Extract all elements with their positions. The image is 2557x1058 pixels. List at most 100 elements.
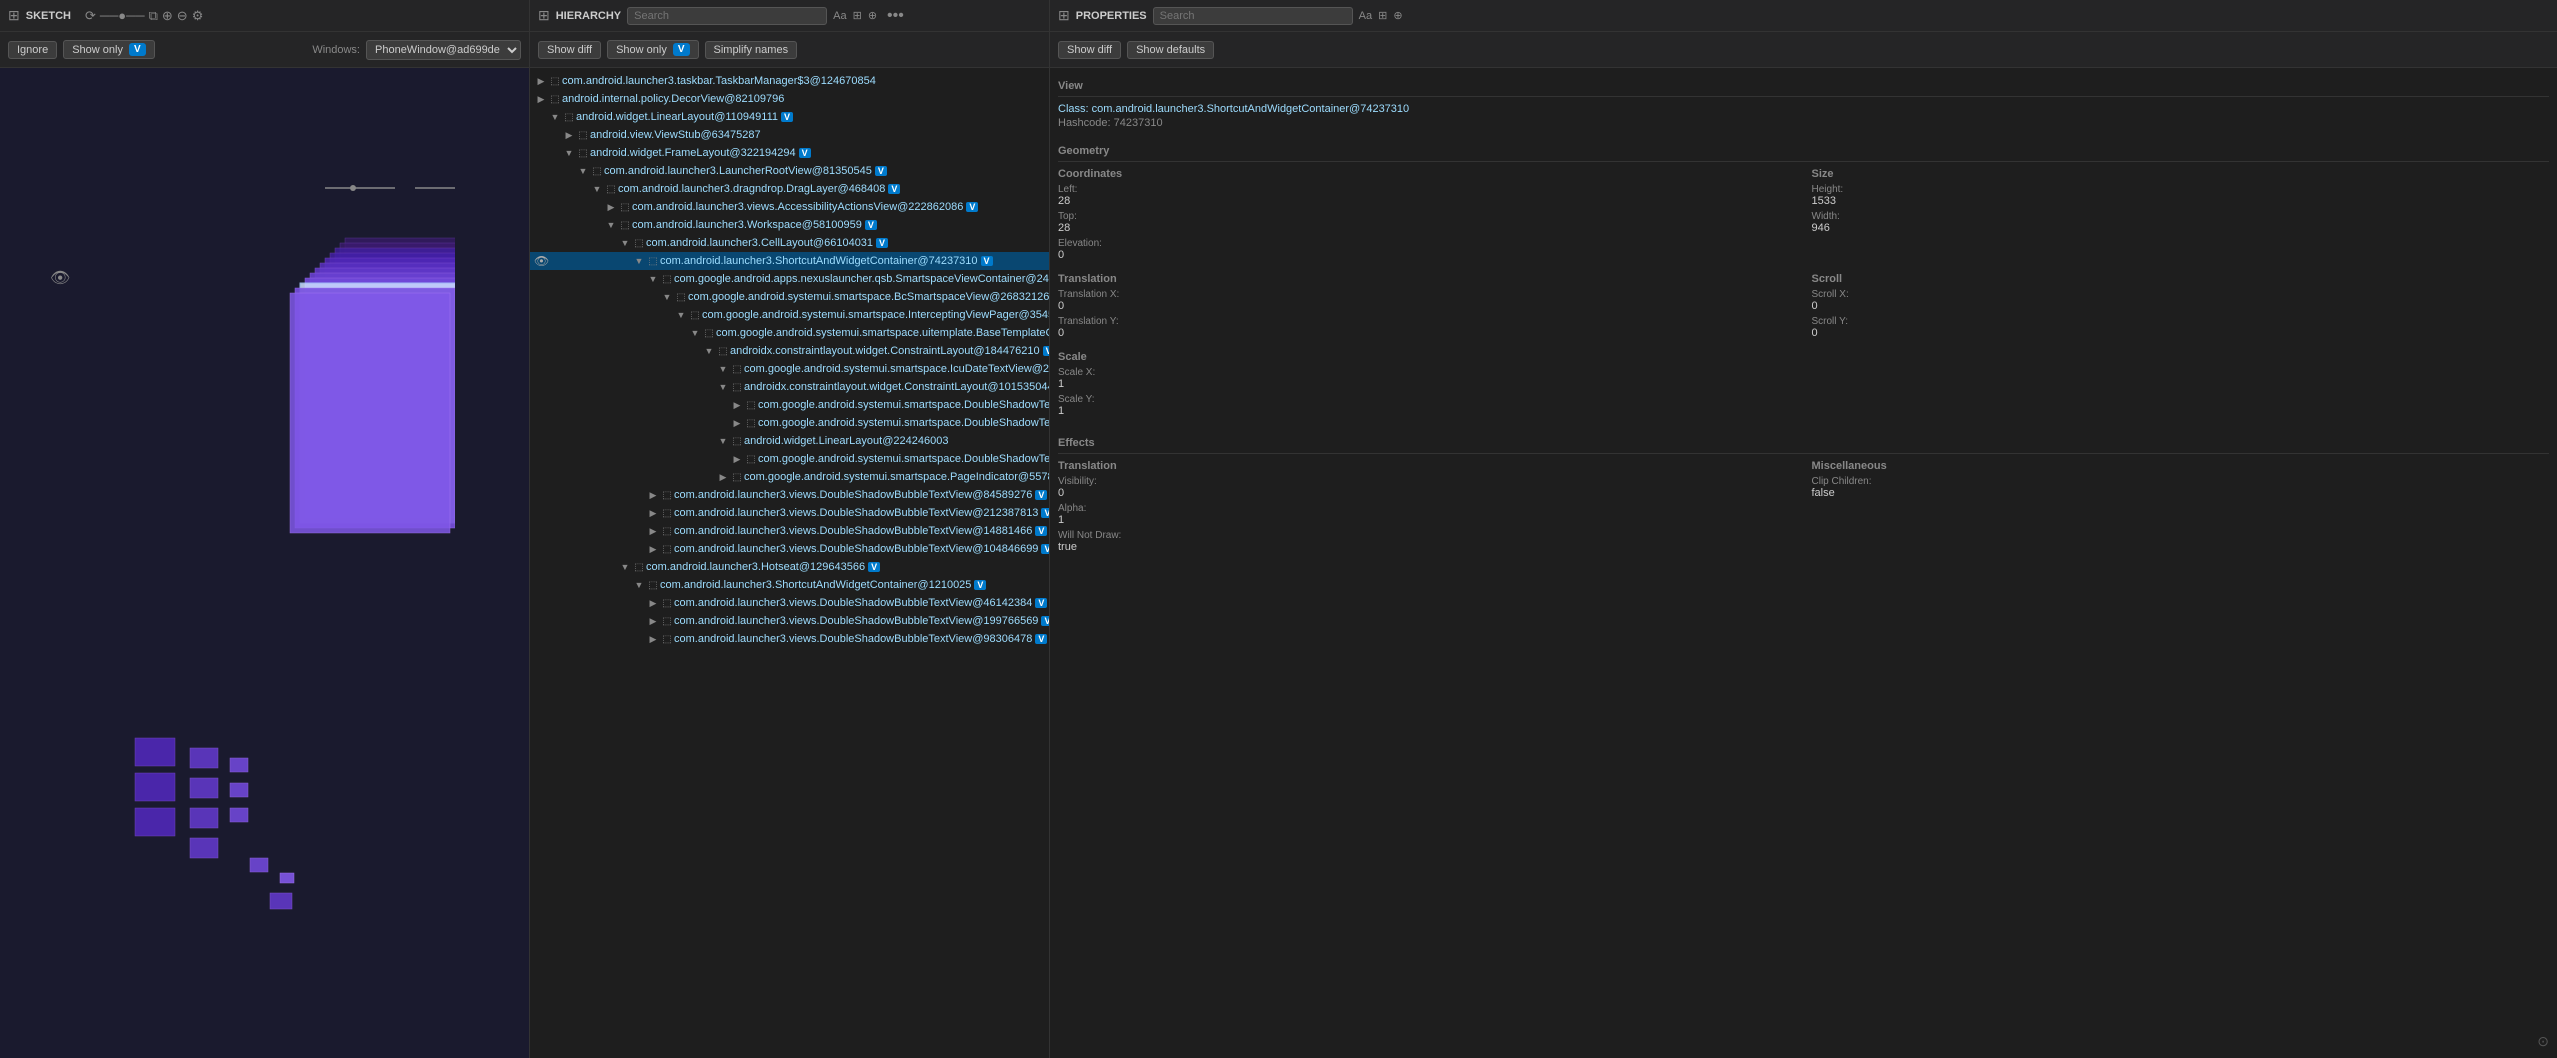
node-label: com.android.launcher3.Workspace@58100959 — [632, 219, 862, 231]
expand-icon[interactable]: ▼ — [716, 434, 730, 448]
expand-icon[interactable]: ▶ — [646, 542, 660, 556]
tree-node[interactable]: ▼⬚android.widget.FrameLayout@322194294V — [530, 144, 1049, 162]
font-size-icon: Aa — [833, 10, 846, 22]
tree-node[interactable]: ▶⬚com.android.launcher3.views.DoubleShad… — [530, 486, 1049, 504]
expand-icon[interactable]: ▶ — [646, 488, 660, 502]
show-only-button[interactable]: Show only V — [607, 40, 698, 59]
width-row: Width: 946 — [1812, 211, 2550, 234]
expand-icon[interactable]: ▶ — [716, 470, 730, 484]
translation-col: Translation Translation X: 0 Translation… — [1058, 273, 1796, 343]
expand-icon[interactable]: ▶ — [730, 398, 744, 412]
expand-icon[interactable]: ▶ — [604, 200, 618, 214]
geometry-section: Geometry Coordinates Left: 28 Top: 28 El… — [1058, 141, 2549, 421]
expand-icon[interactable]: ▶ — [562, 128, 576, 142]
node-type-icon: ⬚ — [730, 362, 744, 376]
tree-node[interactable]: ▶⬚com.android.launcher3.views.Accessibil… — [530, 198, 1049, 216]
expand-icon[interactable]: ▼ — [604, 218, 618, 232]
tree-node[interactable]: ▶⬚com.android.launcher3.views.DoubleShad… — [530, 594, 1049, 612]
node-type-icon: ⬚ — [730, 470, 744, 484]
tree-node[interactable]: ▶⬚com.google.android.systemui.smartspace… — [530, 468, 1049, 486]
tree-node[interactable]: ▼⬚com.google.android.systemui.smartspace… — [530, 324, 1049, 342]
expand-icon[interactable]: ▼ — [590, 182, 604, 196]
expand-icon[interactable]: ▶ — [730, 452, 744, 466]
visibility-badge: V — [888, 184, 900, 194]
visibility-eye-icon[interactable]: 👁 — [50, 268, 70, 288]
show-diff-button[interactable]: Show diff — [1058, 41, 1121, 59]
expand-icon[interactable]: ▶ — [646, 506, 660, 520]
tree-node[interactable]: ▼⬚com.android.launcher3.dragndrop.DragLa… — [530, 180, 1049, 198]
expand-icon[interactable]: ▼ — [674, 308, 688, 322]
alpha-row: Alpha: 1 — [1058, 503, 1796, 526]
expand-icon[interactable]: ▼ — [618, 236, 632, 250]
tree-node[interactable]: ▶⬚com.google.android.systemui.smartspace… — [530, 450, 1049, 468]
tree-node[interactable]: ▶⬚com.android.launcher3.views.DoubleShad… — [530, 540, 1049, 558]
tree-node[interactable]: ▼⬚android.widget.LinearLayout@224246003 — [530, 432, 1049, 450]
tree-node[interactable]: ▼⬚com.google.android.systemui.smartspace… — [530, 288, 1049, 306]
node-label: com.android.launcher3.CellLayout@6610403… — [646, 237, 873, 249]
tree-node[interactable]: ▶⬚android.internal.policy.DecorView@8210… — [530, 90, 1049, 108]
tree-node[interactable]: ▶⬚com.android.launcher3.views.DoubleShad… — [530, 504, 1049, 522]
properties-search-input[interactable] — [1153, 7, 1353, 25]
tree-node[interactable]: ▼⬚android.widget.LinearLayout@110949111V — [530, 108, 1049, 126]
tree-node[interactable]: ▼⬚com.android.launcher3.LauncherRootView… — [530, 162, 1049, 180]
tree-node[interactable]: ▶⬚com.android.launcher3.views.DoubleShad… — [530, 612, 1049, 630]
ignore-button[interactable]: Ignore — [8, 41, 57, 59]
node-label: com.google.android.systemui.smartspace.D… — [758, 417, 1049, 429]
node-type-icon: ⬚ — [674, 290, 688, 304]
expand-icon[interactable]: ▼ — [562, 146, 576, 160]
tree-node[interactable]: ▼⬚com.android.launcher3.CellLayout@66104… — [530, 234, 1049, 252]
expand-icon[interactable]: ▼ — [716, 362, 730, 376]
tree-node[interactable]: ▶⬚com.android.launcher3.views.DoubleShad… — [530, 630, 1049, 648]
zoom-out-icon[interactable]: ⊖ — [177, 8, 188, 24]
tree-node[interactable]: ▼⬚com.google.android.systemui.smartspace… — [530, 360, 1049, 378]
tree-node[interactable]: ▼⬚com.google.android.apps.nexuslauncher.… — [530, 270, 1049, 288]
expand-icon[interactable]: ▼ — [688, 326, 702, 340]
expand-icon[interactable]: ▼ — [576, 164, 590, 178]
node-label: com.google.android.systemui.smartspace.D… — [758, 399, 1049, 411]
expand-icon[interactable]: ▼ — [702, 344, 716, 358]
expand-icon[interactable]: ▼ — [646, 272, 660, 286]
visibility-badge: V — [1035, 598, 1047, 608]
expand-icon[interactable]: ▶ — [646, 632, 660, 646]
scale-cols: Scale Scale X: 1 Scale Y: 1 — [1058, 351, 2549, 421]
show-diff-button[interactable]: Show diff — [538, 41, 601, 59]
windows-select[interactable]: PhoneWindow@ad699de — [366, 40, 521, 60]
tree-node[interactable]: ▶⬚com.google.android.systemui.smartspace… — [530, 414, 1049, 432]
expand-icon[interactable]: ▼ — [660, 290, 674, 304]
tree-node[interactable]: ▼⬚androidx.constraintlayout.widget.Const… — [530, 342, 1049, 360]
expand-icon[interactable]: ▼ — [548, 110, 562, 124]
expand-icon[interactable]: ▶ — [730, 416, 744, 430]
tree-node[interactable]: ▶⬚com.android.launcher3.taskbar.TaskbarM… — [530, 72, 1049, 90]
properties-title: PROPERTIES — [1076, 10, 1147, 22]
tree-node[interactable]: 👁▼⬚com.android.launcher3.ShortcutAndWidg… — [530, 252, 1049, 270]
tree-node[interactable]: ▼⬚com.android.launcher3.Hotseat@12964356… — [530, 558, 1049, 576]
tree-node[interactable]: ▶⬚com.google.android.systemui.smartspace… — [530, 396, 1049, 414]
size-title: Size — [1812, 168, 2550, 180]
zoom-in-icon[interactable]: ⊕ — [162, 8, 173, 24]
expand-icon[interactable]: ▶ — [646, 524, 660, 538]
tree-node[interactable]: ▼⬚com.android.launcher3.ShortcutAndWidge… — [530, 576, 1049, 594]
tree-node[interactable]: ▼⬚com.google.android.systemui.smartspace… — [530, 306, 1049, 324]
bottom-right-icon[interactable]: ⊙ — [2537, 1033, 2549, 1050]
tree-node[interactable]: ▶⬚com.android.launcher3.views.DoubleShad… — [530, 522, 1049, 540]
windows-label: Windows: — [312, 44, 360, 56]
tree-node[interactable]: ▼⬚androidx.constraintlayout.widget.Const… — [530, 378, 1049, 396]
tree-node[interactable]: ▶⬚android.view.ViewStub@63475287 — [530, 126, 1049, 144]
expand-icon[interactable]: ▼ — [632, 578, 646, 592]
node-type-icon: ⬚ — [730, 380, 744, 394]
settings-icon[interactable]: ⚙ — [192, 8, 204, 24]
expand-icon[interactable]: ▼ — [618, 560, 632, 574]
expand-icon[interactable]: ▶ — [646, 596, 660, 610]
expand-icon[interactable]: ▶ — [646, 614, 660, 628]
scale-y-row: Scale Y: 1 — [1058, 394, 1796, 417]
expand-icon[interactable]: ▼ — [632, 254, 646, 268]
simplify-names-button[interactable]: Simplify names — [705, 41, 798, 59]
expand-icon[interactable]: ▶ — [534, 92, 548, 106]
more-options-icon[interactable]: ••• — [887, 7, 904, 25]
show-only-button[interactable]: Show only V — [63, 40, 154, 59]
hierarchy-search-input[interactable] — [627, 7, 827, 25]
show-defaults-button[interactable]: Show defaults — [1127, 41, 1214, 59]
tree-node[interactable]: ▼⬚com.android.launcher3.Workspace@581009… — [530, 216, 1049, 234]
expand-icon[interactable]: ▶ — [534, 74, 548, 88]
expand-icon[interactable]: ▼ — [716, 380, 730, 394]
